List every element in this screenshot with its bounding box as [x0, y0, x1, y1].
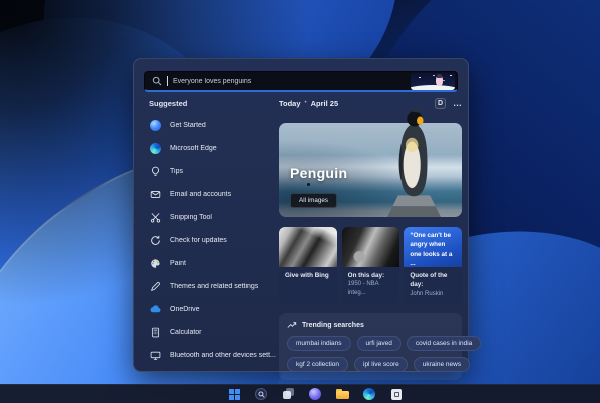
daily-cards-row: Give with Bing On this day: 1950 - NBA i… [279, 227, 463, 304]
search-icon [255, 388, 267, 400]
search-flyout-panel: Everyone loves penguins Suggested Get St… [133, 58, 482, 381]
penguin-image [387, 109, 441, 217]
suggested-item-calculator[interactable]: Calculator [149, 324, 277, 340]
trending-title: Trending searches [302, 321, 364, 329]
suggested-item-tips[interactable]: Tips [149, 163, 277, 179]
devices-icon [149, 349, 161, 361]
email-icon [149, 188, 161, 200]
trending-pill[interactable]: mumbai indians [287, 336, 351, 352]
today-date: April 25 [310, 98, 339, 108]
more-options-icon[interactable]: … [453, 99, 462, 108]
paint-icon [149, 257, 161, 269]
penguin-illustration [411, 72, 455, 90]
suggested-item-get-started[interactable]: Get Started [149, 117, 277, 133]
card-quote-of-the-day[interactable]: “One can't be angry when one looks at a … [404, 227, 463, 304]
today-header: Today • April 25 D … [279, 97, 462, 109]
onedrive-icon [149, 303, 161, 315]
suggested-item-snipping-tool[interactable]: Snipping Tool [149, 209, 277, 225]
mini-penguin-head [437, 73, 442, 78]
card-caption: Quote of the day: [410, 272, 448, 289]
suggested-item-microsoft-edge[interactable]: Microsoft Edge [149, 140, 277, 156]
today-separator: • [304, 100, 307, 106]
taskbar [0, 384, 600, 403]
suggested-title: Suggested [149, 99, 188, 108]
store-icon [390, 388, 402, 400]
trending-pill[interactable]: kgf 2 collection [287, 357, 348, 373]
search-icon [152, 76, 162, 86]
give-with-bing-image [279, 227, 337, 267]
trending-searches-section: Trending searches mumbai indians urfi ja… [279, 313, 482, 381]
updates-icon [149, 234, 161, 246]
card-on-this-day[interactable]: On this day: 1950 - NBA integ... [341, 227, 400, 304]
cortana-button[interactable] [308, 387, 322, 401]
today-section: Today • April 25 D … Penguin All images … [279, 97, 482, 381]
themes-icon [149, 280, 161, 292]
get-started-icon [149, 119, 161, 131]
snipping-tool-icon [149, 211, 161, 223]
task-view-icon [283, 391, 291, 399]
trending-pill[interactable]: ipl live score [354, 357, 408, 373]
edge-button[interactable] [362, 387, 376, 401]
store-button[interactable] [389, 387, 403, 401]
cortana-icon [309, 388, 321, 400]
quote-text: “One can't be angry when one looks at a … [410, 232, 453, 268]
hero-card-penguin[interactable]: Penguin All images [279, 109, 462, 217]
trending-pill[interactable]: ukraine news [413, 357, 471, 373]
card-caption: Give with Bing [285, 272, 329, 279]
suggested-item-paint[interactable]: Paint [149, 255, 277, 271]
suggested-item-bluetooth-devices[interactable]: Bluetooth and other devices sett... [149, 347, 277, 363]
stars-decoration [419, 76, 421, 78]
search-query-text: Everyone loves penguins [173, 77, 252, 85]
suggested-section: Suggested Get Started Microsoft Edge Tip… [149, 99, 277, 370]
suggested-item-check-updates[interactable]: Check for updates [149, 232, 277, 248]
desktop: Everyone loves penguins Suggested Get St… [0, 0, 600, 403]
suggested-item-email-accounts[interactable]: Email and accounts [149, 186, 277, 202]
suggested-item-themes[interactable]: Themes and related settings [149, 278, 277, 294]
tips-icon [149, 165, 161, 177]
text-cursor [167, 76, 168, 86]
daily-badge[interactable]: D [435, 97, 446, 109]
card-subcaption: 1950 - NBA integ... [347, 281, 379, 296]
quote-image: “One can't be angry when one looks at a … [404, 227, 463, 268]
trending-pill[interactable]: urfi javed [356, 336, 401, 352]
task-view-button[interactable] [281, 387, 295, 401]
windows-logo-icon [228, 388, 240, 400]
trending-pill[interactable]: covid cases in india [406, 336, 482, 352]
carousel-dot [307, 183, 310, 186]
edge-icon [363, 388, 375, 400]
edge-icon [149, 142, 161, 154]
today-label: Today [279, 98, 301, 108]
hero-title: Penguin [290, 165, 348, 181]
card-give-with-bing[interactable]: Give with Bing [279, 227, 337, 304]
folder-icon [335, 389, 349, 399]
file-explorer-button[interactable] [335, 387, 349, 401]
taskbar-search-button[interactable] [254, 387, 268, 401]
snow-decoration [411, 84, 455, 90]
start-button[interactable] [227, 387, 241, 401]
on-this-day-image [341, 227, 400, 267]
card-subcaption: John Ruskin [410, 290, 444, 297]
all-images-button[interactable]: All images [290, 193, 338, 208]
search-input[interactable]: Everyone loves penguins [144, 71, 458, 92]
trending-up-icon [287, 322, 297, 329]
calculator-icon [149, 326, 161, 338]
card-caption: On this day: [347, 272, 385, 279]
suggested-item-onedrive[interactable]: OneDrive [149, 301, 277, 317]
